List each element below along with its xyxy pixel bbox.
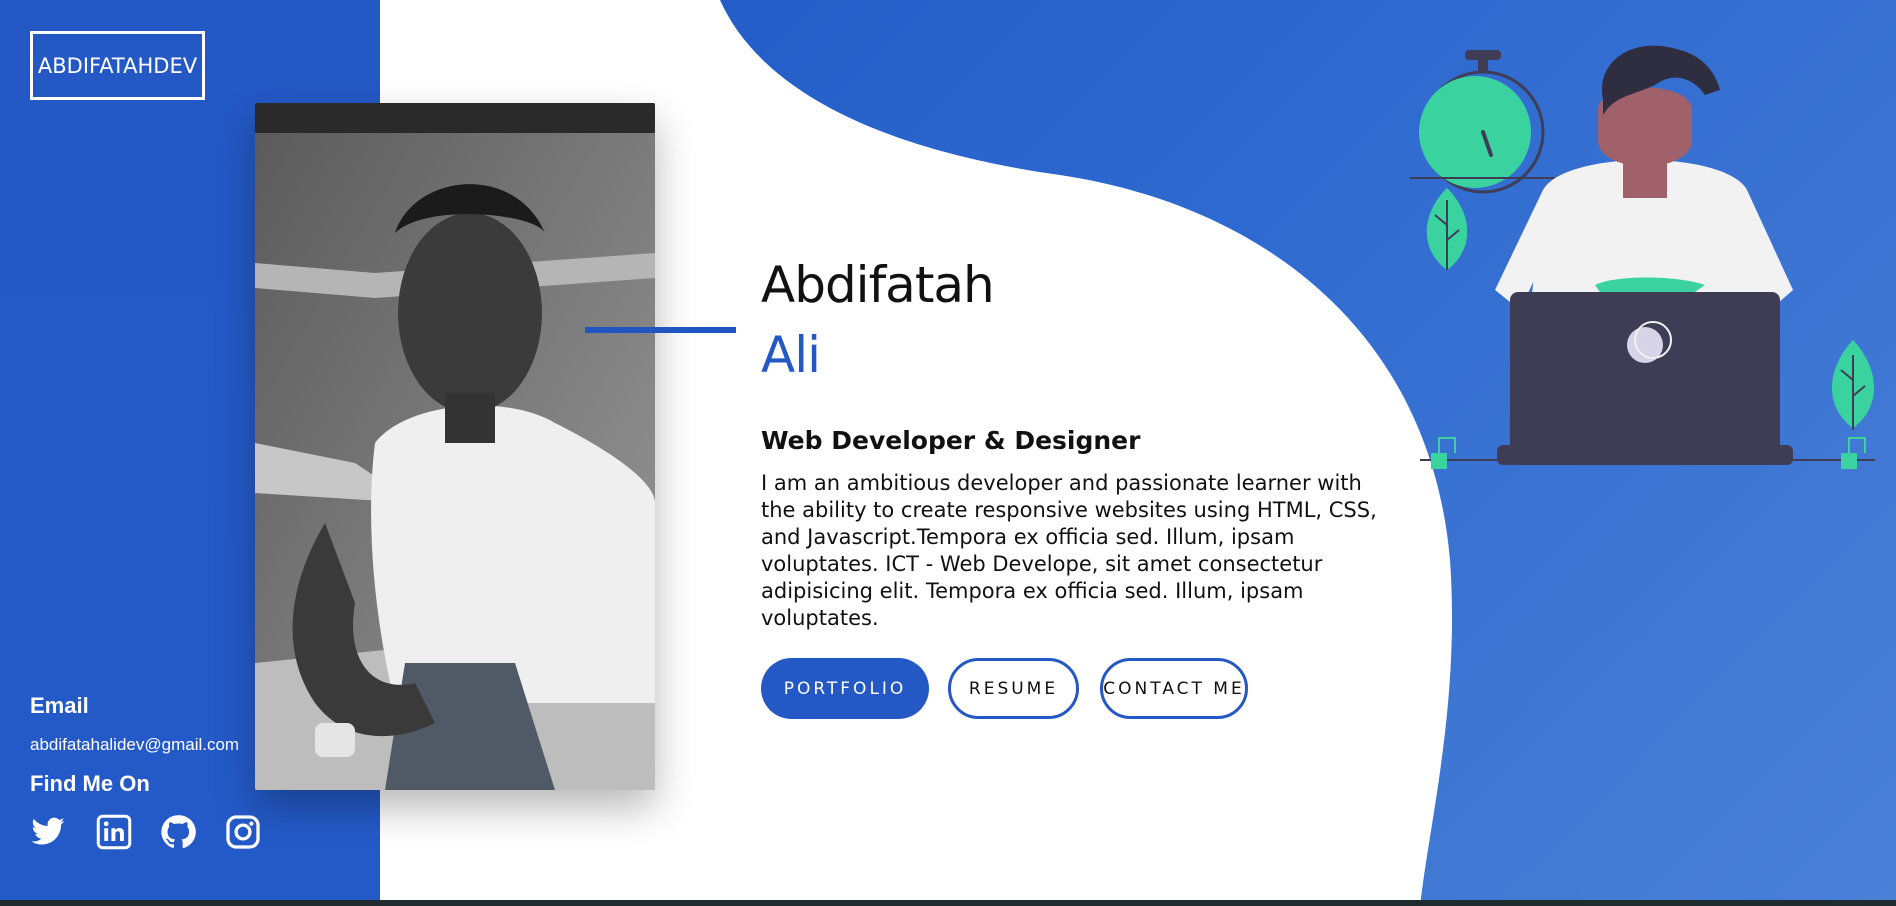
hero-last-name: Ali — [761, 326, 821, 384]
contact-button[interactable]: CONTACT ME — [1100, 658, 1248, 719]
portfolio-page: ABDIFATAHDEV Email abdifatahalidev@gmail… — [0, 0, 1896, 906]
hero-first-name: Abdifatah — [761, 256, 995, 314]
email-link[interactable]: abdifatahalidev@gmail.com — [30, 735, 239, 755]
brand-logo[interactable]: ABDIFATAHDEV — [30, 31, 205, 100]
twitter-icon[interactable] — [30, 814, 66, 850]
social-heading: Find Me On — [30, 771, 150, 796]
github-icon[interactable] — [160, 814, 196, 850]
resume-button[interactable]: RESUME — [948, 658, 1079, 719]
portfolio-button[interactable]: PORTFOLIO — [761, 658, 929, 719]
instagram-icon[interactable] — [225, 814, 261, 850]
hero-role: Web Developer & Designer — [761, 426, 1141, 455]
bottom-bar — [0, 900, 1896, 906]
developer-illustration — [1410, 45, 1875, 469]
accent-divider — [585, 327, 736, 333]
profile-photo — [255, 103, 655, 790]
stopwatch-icon — [1410, 50, 1555, 194]
hero-bio: I am an ambitious developer and passiona… — [761, 471, 1377, 630]
plant-left-icon — [1426, 188, 1468, 270]
plant-right-icon — [1832, 340, 1874, 430]
email-heading: Email — [30, 693, 89, 718]
linkedin-icon[interactable] — [96, 814, 132, 850]
